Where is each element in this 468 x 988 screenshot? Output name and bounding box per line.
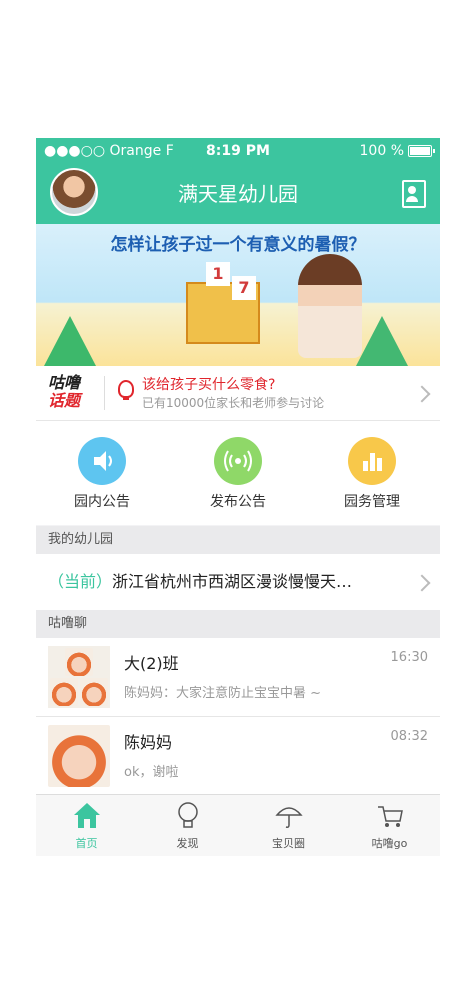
cart-icon — [376, 801, 404, 829]
avatar-thumbnail — [50, 678, 78, 706]
chat-message: 陈妈妈：大家注意防止宝宝中暑 ~ — [124, 686, 322, 701]
app-screen: ●●●○○ Orange F 8:19 PM 100 % 满天星幼儿园 怎样让孩… — [36, 138, 440, 856]
chat-time: 16:30 — [390, 650, 428, 665]
divider — [104, 376, 105, 410]
tab-discover[interactable]: 发现 — [137, 801, 238, 851]
tab-baby-circle[interactable]: 宝贝圈 — [238, 801, 339, 851]
chat-name: 大(2)班 — [124, 654, 179, 673]
action-label: 发布公告 — [210, 494, 266, 510]
header: ●●●○○ Orange F 8:19 PM 100 % 满天星幼儿园 — [36, 138, 440, 224]
battery-status: 100 % — [359, 143, 435, 159]
battery-icon — [408, 145, 435, 157]
chevron-right-icon — [413, 385, 431, 403]
quick-actions: 园内公告 发布公告 园务管理 — [36, 421, 440, 525]
topic-tag-line2: 话题 — [48, 391, 81, 410]
chat-item[interactable]: 大(2)班 16:30 陈妈妈：大家注意防止宝宝中暑 ~ — [36, 638, 440, 717]
child-photo — [298, 254, 362, 358]
chat-item[interactable]: 陈妈妈 08:32 ok，谢啦 — [36, 717, 440, 795]
topic-tag-line1: 咕噜 — [48, 373, 81, 392]
tab-gulu-go[interactable]: 咕噜go — [339, 801, 440, 851]
action-management[interactable]: 园务管理 — [322, 437, 422, 511]
bar-chart-icon — [348, 437, 396, 485]
action-label: 园内公告 — [74, 494, 130, 510]
mountain-decoration — [44, 316, 96, 366]
home-icon — [73, 801, 101, 829]
banner-headline: 怎样让孩子过一个有意义的暑假？ — [110, 235, 366, 255]
tab-bar: 首页 发现 宝贝圈 咕噜go — [36, 794, 440, 856]
contacts-icon[interactable] — [402, 180, 426, 208]
tab-label: 宝贝圈 — [272, 837, 305, 850]
kindergarten-address: 浙江省杭州市西湖区漫谈慢慢天… — [112, 572, 353, 591]
chat-message: ok，谢啦 — [124, 765, 179, 780]
tab-label: 首页 — [75, 837, 98, 850]
chat-time: 08:32 — [390, 729, 428, 744]
mountain-decoration — [356, 316, 408, 366]
tab-label: 咕噜go — [371, 837, 408, 850]
current-tag: （当前） — [48, 572, 113, 591]
umbrella-icon — [274, 801, 303, 829]
number-block: 1 — [206, 262, 230, 286]
page-title: 满天星幼儿园 — [178, 182, 298, 206]
group-avatar — [48, 646, 110, 708]
topic-row[interactable]: 咕噜 话题 该给孩子买什么零食? 已有10000位家长和老师参与讨论 — [36, 366, 440, 421]
speaker-icon — [78, 437, 126, 485]
chat-name: 陈妈妈 — [124, 733, 173, 752]
chevron-right-icon — [413, 574, 431, 592]
action-label: 园务管理 — [344, 494, 400, 510]
bulb-icon — [174, 801, 202, 829]
contact-avatar — [48, 725, 110, 787]
section-title: 我的幼儿园 — [48, 532, 114, 547]
action-announcements[interactable]: 园内公告 — [52, 437, 152, 511]
tab-label: 发现 — [176, 837, 199, 850]
topic-tag: 咕噜 话题 — [48, 374, 80, 410]
status-bar: ●●●○○ Orange F 8:19 PM 100 % — [36, 138, 440, 164]
topic-participants: 已有10000位家长和老师参与讨论 — [142, 396, 325, 410]
section-header-chat: 咕噜聊 — [36, 610, 440, 638]
lightbulb-icon — [118, 380, 134, 400]
section-header-kindergarten: 我的幼儿园 — [36, 526, 440, 554]
action-post-announcement[interactable]: 发布公告 — [188, 437, 288, 511]
section-title: 咕噜聊 — [48, 616, 88, 631]
number-block: 7 — [232, 276, 256, 300]
kindergarten-row[interactable]: （当前） 浙江省杭州市西湖区漫谈慢慢天… — [36, 554, 440, 610]
tab-home[interactable]: 首页 — [36, 801, 137, 851]
battery-label: 100 % — [359, 143, 404, 159]
promo-banner[interactable]: 怎样让孩子过一个有意义的暑假？ 1 7 — [36, 224, 440, 366]
avatar-thumbnail — [65, 648, 93, 676]
topic-question: 该给孩子买什么零食? — [142, 377, 276, 393]
avatar-thumbnail — [80, 678, 108, 706]
broadcast-icon — [214, 437, 262, 485]
